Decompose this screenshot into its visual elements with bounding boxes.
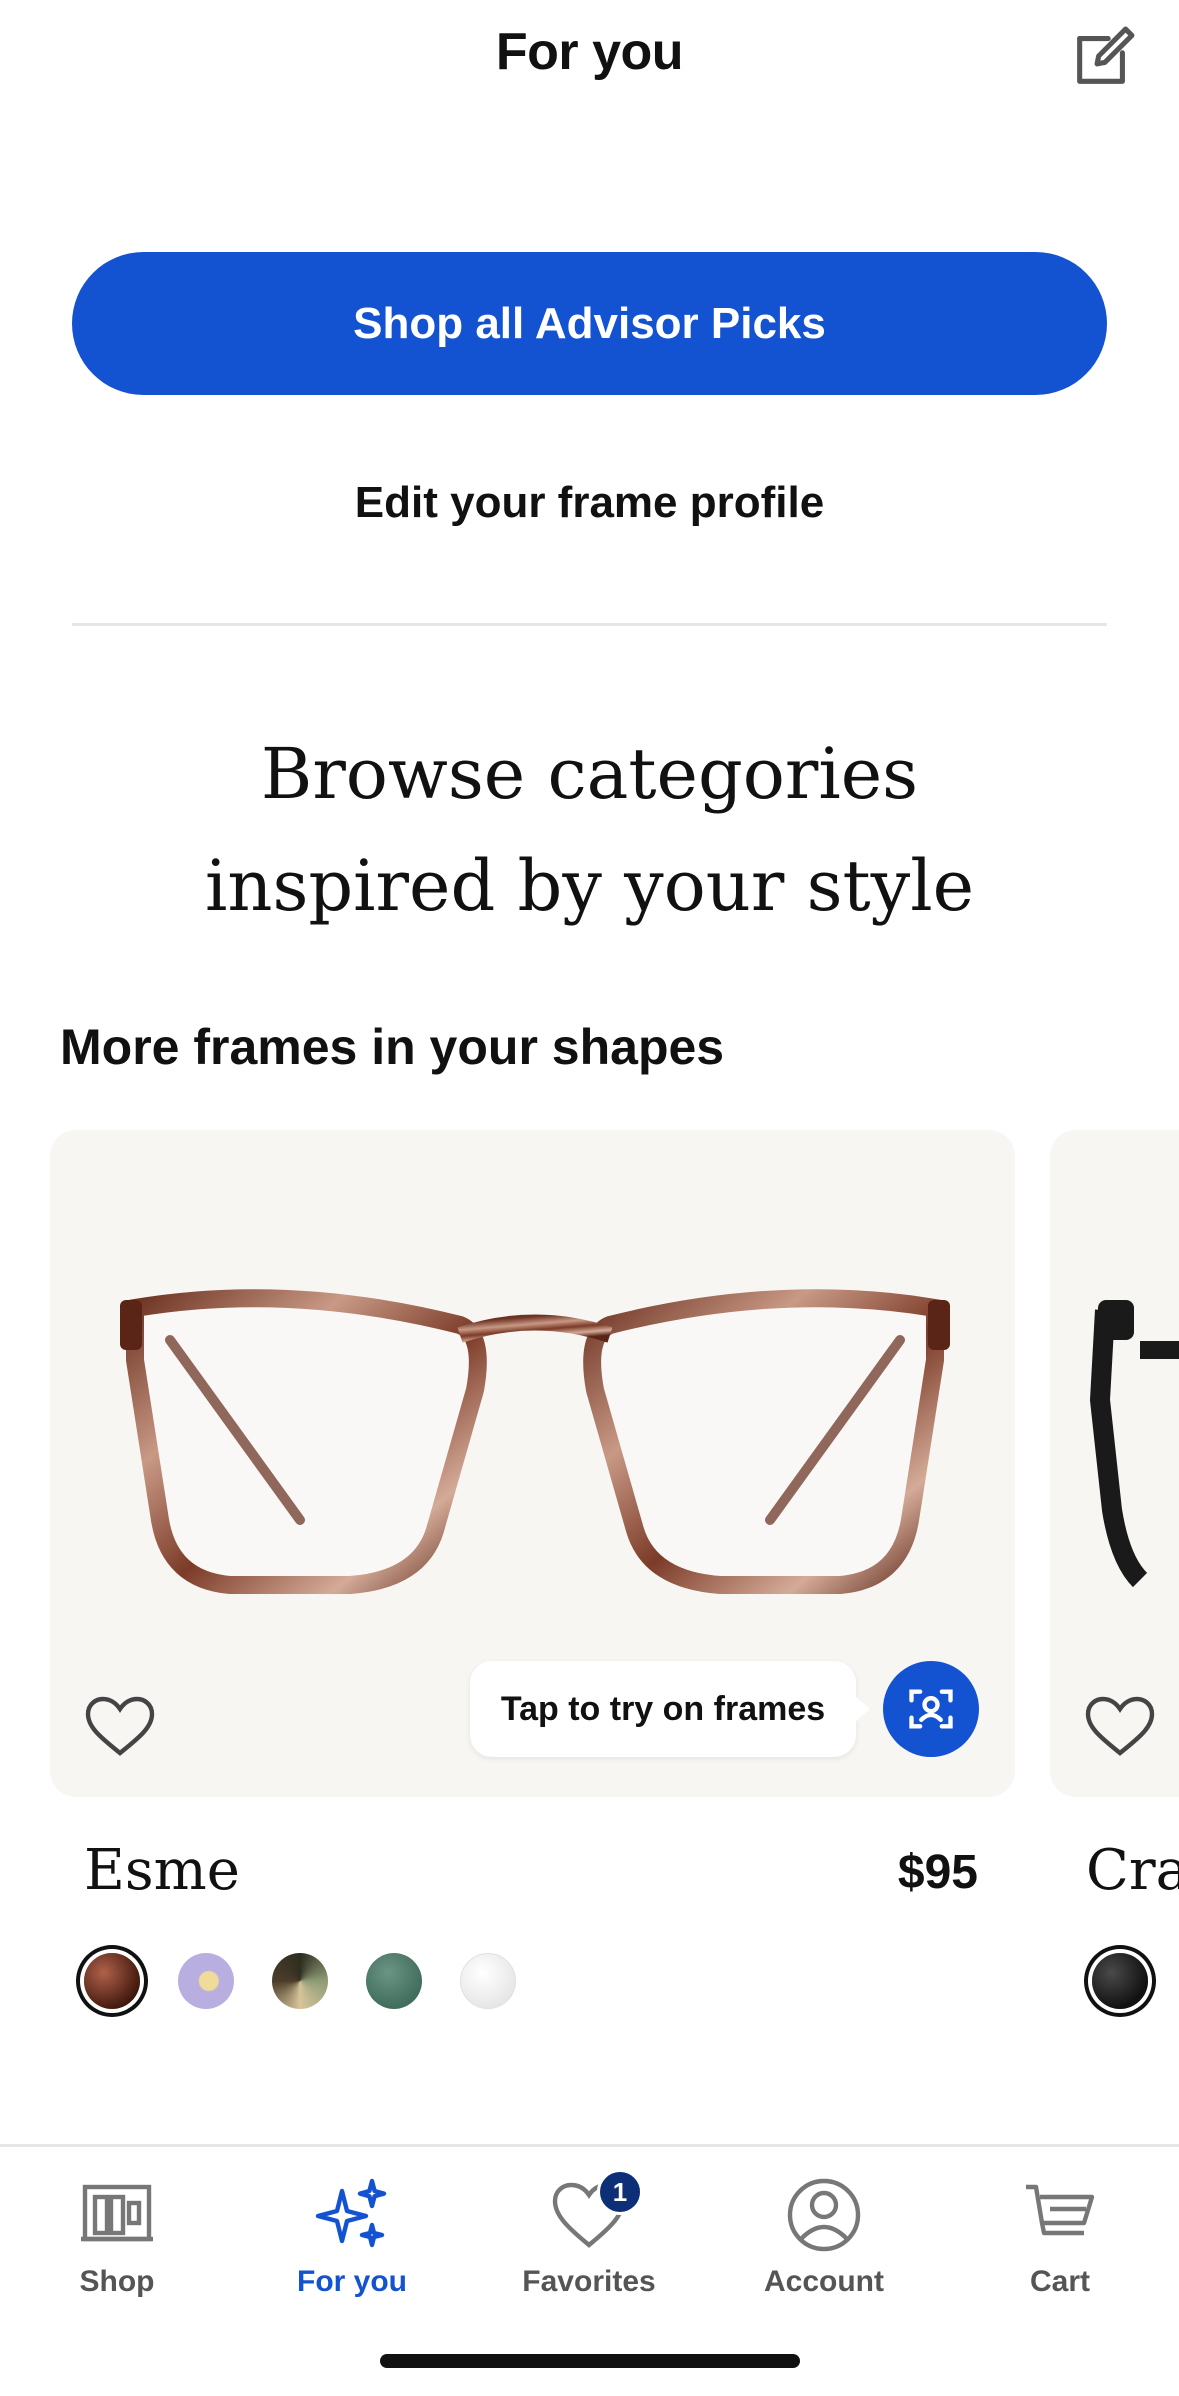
heart-icon: [85, 1696, 155, 1756]
product-price: $95: [897, 1846, 978, 1899]
swatch-tortoise[interactable]: [84, 1953, 140, 2009]
favorites-count-badge: 1: [597, 2169, 643, 2215]
swatch-multicolor[interactable]: [272, 1953, 328, 2009]
edit-icon: [1077, 26, 1135, 84]
product-name[interactable]: Esme: [84, 1838, 240, 1903]
tab-cart[interactable]: Cart: [960, 2175, 1160, 2315]
cart-icon: [1026, 2184, 1095, 2236]
tab-favorites[interactable]: 1 Favorites: [489, 2169, 689, 2315]
heart-icon: [1085, 1696, 1155, 1756]
swatch-black-2[interactable]: [1092, 1953, 1148, 2009]
tab-for-you[interactable]: For you: [252, 2175, 452, 2315]
header: For you: [0, 0, 1179, 110]
face-scan-icon: [909, 1689, 953, 1729]
edit-button[interactable]: [1067, 18, 1143, 94]
product-card-image[interactable]: Tap to try on frames: [50, 1130, 1015, 1797]
swatch-lavender[interactable]: [178, 1953, 234, 2009]
tab-label: Cart: [1029, 2265, 1090, 2298]
try-on-button[interactable]: [883, 1661, 979, 1757]
section-title: More frames in your shapes: [60, 1019, 725, 1075]
browse-categories-heading: Browse categories inspired by your style: [0, 718, 1179, 942]
shop-icon: [81, 2184, 153, 2242]
color-swatches: [84, 1953, 516, 2009]
tab-shop[interactable]: Shop: [17, 2175, 217, 2315]
for-you-screen: For you Shop all Advisor Picks Edit your…: [0, 0, 1179, 2396]
home-indicator: [380, 2354, 800, 2368]
tab-label: Account: [764, 2265, 884, 2298]
page-title: For you: [495, 23, 684, 81]
account-icon: [787, 2178, 861, 2252]
tab-label: Shop: [79, 2265, 155, 2298]
glasses-image: [120, 1289, 950, 1594]
try-on-tooltip: Tap to try on frames: [470, 1661, 870, 1757]
browse-title-line1: Browse categories: [260, 733, 919, 815]
tab-label: Favorites: [522, 2265, 656, 2298]
browse-title-line2: inspired by your style: [204, 845, 975, 927]
edit-frame-profile-link[interactable]: Edit your frame profile: [0, 478, 1179, 528]
shop-all-advisor-picks-button[interactable]: Shop all Advisor Picks: [72, 252, 1107, 395]
tab-label: For you: [297, 2265, 407, 2298]
glasses-image-2: [1089, 1300, 1179, 1588]
favorite-button[interactable]: [84, 1695, 156, 1759]
swatch-clear[interactable]: [460, 1953, 516, 2009]
swatch-green[interactable]: [366, 1953, 422, 2009]
product-card-image-2[interactable]: [1050, 1130, 1179, 1797]
product-name-2[interactable]: Cra: [1086, 1838, 1179, 1903]
sparkle-icon: [315, 2178, 387, 2248]
favorite-button-2[interactable]: [1084, 1695, 1156, 1759]
tab-account[interactable]: Account: [724, 2175, 924, 2315]
divider: [72, 623, 1107, 626]
